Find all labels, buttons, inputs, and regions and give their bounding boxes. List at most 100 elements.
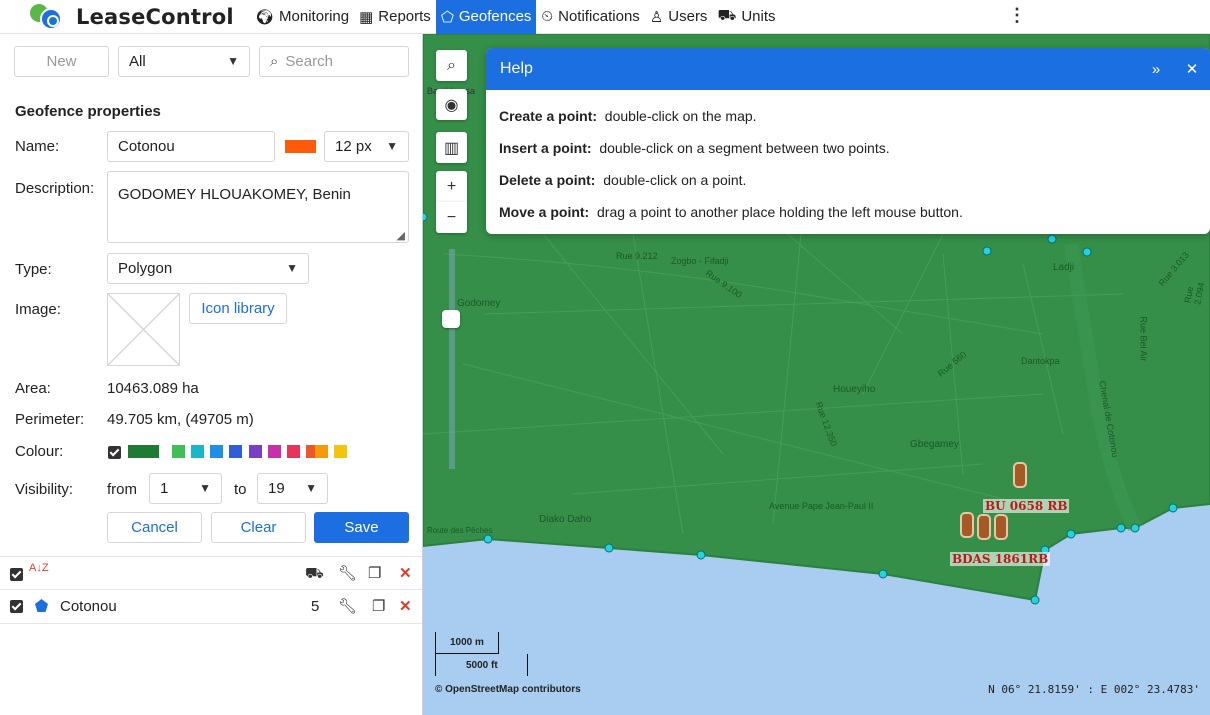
palette-swatch[interactable] [172,445,185,458]
chevron-down-icon: ▼ [199,481,211,495]
eye-icon: ◉ [444,96,459,114]
collapse-icon[interactable]: » [1138,61,1174,78]
place-label: Houeyiho [833,384,876,395]
colour-label: Colour: [15,443,64,460]
place-label: Ladji [1053,262,1075,273]
scale-metric-label: 1000 m [450,637,484,648]
new-button[interactable]: New [14,46,109,77]
nav-reports[interactable]: ▦ Reports [354,0,436,34]
visibility-from-select[interactable]: 1 ▼ [149,473,222,504]
polygon-icon [35,599,48,612]
place-label: Rue 9.212 [616,251,658,261]
wrench-icon[interactable]: 🔧︎ [338,597,357,615]
palette-swatch[interactable] [287,445,300,458]
help-header: Help » ✕ [486,48,1210,90]
properties-heading: Geofence properties [15,103,161,120]
chevron-down-icon: ▼ [305,481,317,495]
logo-icon [26,0,68,32]
delete-icon[interactable]: ✕ [399,597,412,615]
sort-az-icon[interactable]: A↓Z [29,562,49,574]
unit-marker[interactable] [960,512,974,538]
icon-library-button[interactable]: Icon library [189,293,287,324]
save-button[interactable]: Save [314,512,409,543]
plus-icon: + [446,177,457,195]
nav-users-label: Users [668,8,708,25]
palette-swatch[interactable] [268,445,281,458]
bus-icon[interactable]: ⛟ [305,565,324,584]
app-title: LeaseControl [76,4,234,29]
chevron-down-icon: ▼ [227,54,239,68]
unit-marker[interactable] [1013,462,1027,488]
help-line: Delete a point: double-click on a point. [499,172,746,188]
map-source-button[interactable]: ▥ [436,132,467,163]
search-input[interactable]: ⌕ Search [259,46,409,77]
name-field[interactable]: Cotonou [107,131,275,162]
app-logo[interactable]: LeaseControl [0,0,250,34]
area-value: 10463.089 ha [107,380,199,397]
palette-swatch[interactable] [229,445,242,458]
place-label: Gbegamey [910,439,959,450]
nav-notifications-label: Notifications [558,8,640,25]
geofence-icon: ⬠ [440,8,454,26]
item-count: 5 [311,598,320,615]
palette-swatch[interactable] [191,445,204,458]
list-item[interactable]: Cotonou 5 🔧︎ ❐ ✕ [0,590,422,623]
nav-reports-label: Reports [378,8,431,25]
zoom-in-button[interactable]: + [436,171,467,202]
palette-swatch[interactable] [249,445,262,458]
cancel-button[interactable]: Cancel [107,512,202,543]
resize-handle-icon[interactable]: ◢ [397,229,405,242]
palette-swatch[interactable] [334,445,347,458]
help-line: Move a point: drag a point to another pl… [499,204,963,220]
unit-label[interactable]: BDAS 1861RB [950,552,1051,566]
geofence-panel: New All ▼ ⌕ Search Geofence properties N… [0,34,423,715]
type-label: Type: [15,261,52,278]
colour-checkbox[interactable] [108,446,121,459]
unit-label[interactable]: BU 0658 RB [983,499,1070,513]
copy-icon[interactable]: ❐ [368,564,381,582]
more-menu-icon[interactable]: ⋮ [1008,5,1026,26]
nav-users[interactable]: ♙ Users [645,0,713,34]
description-field[interactable]: GODOMEY HLOUAKOMEY, Benin ◢ [107,171,409,243]
clock-icon: ⏲ [541,8,554,25]
zoom-out-button[interactable]: − [436,202,467,233]
visibility-to-select[interactable]: 19 ▼ [257,473,328,504]
nav-units[interactable]: ⛟ Units [712,0,780,34]
line-color-picker[interactable] [285,140,316,153]
report-icon: ▦ [359,8,374,26]
map-icon: ▥ [443,139,460,157]
palette-swatch[interactable] [210,445,223,458]
item-checkbox[interactable] [10,600,23,613]
help-text: double-click on a point. [603,172,747,188]
copy-icon[interactable]: ❐ [372,597,385,615]
selected-colour-swatch[interactable] [128,445,159,458]
line-width-select[interactable]: 12 px ▼ [324,131,409,162]
type-value: Polygon [118,260,173,277]
nav-notifications[interactable]: ⏲ Notifications [536,0,644,34]
area-label: Area: [15,380,51,397]
perimeter-value: 49.705 km, (49705 m) [107,411,254,428]
zoom-slider-handle[interactable] [442,310,460,328]
filter-select[interactable]: All ▼ [118,46,250,77]
wrench-icon[interactable]: 🔧︎ [338,564,357,582]
help-term: Create a point: [499,108,598,124]
unit-marker[interactable] [994,514,1008,540]
nav-monitoring[interactable]: 🌍︎ Monitoring [250,0,354,34]
type-select[interactable]: Polygon ▼ [107,253,309,284]
delete-all-icon[interactable]: ✕ [399,564,412,582]
map-view[interactable]: Bambhausa Godomey Houeyiho Gbegamey Diak… [423,34,1210,715]
map-layers-visibility-button[interactable]: ◉ [436,89,467,120]
unit-marker[interactable] [977,514,991,540]
select-all-checkbox[interactable] [10,568,23,581]
chevron-down-icon: ▼ [386,139,398,153]
clear-button[interactable]: Clear [211,512,306,543]
user-icon: ♙ [649,8,664,26]
map-attribution[interactable]: © OpenStreetMap contributors [435,684,581,695]
image-placeholder[interactable] [107,293,180,366]
palette-swatch[interactable] [315,445,328,458]
close-icon[interactable]: ✕ [1174,60,1210,78]
nav-geofences[interactable]: ⬠ Geofences [435,0,537,34]
map-search-button[interactable]: ⌕ [436,50,467,81]
visibility-from-value: 1 [160,480,169,497]
place-label: Dantokpa [1021,356,1060,366]
